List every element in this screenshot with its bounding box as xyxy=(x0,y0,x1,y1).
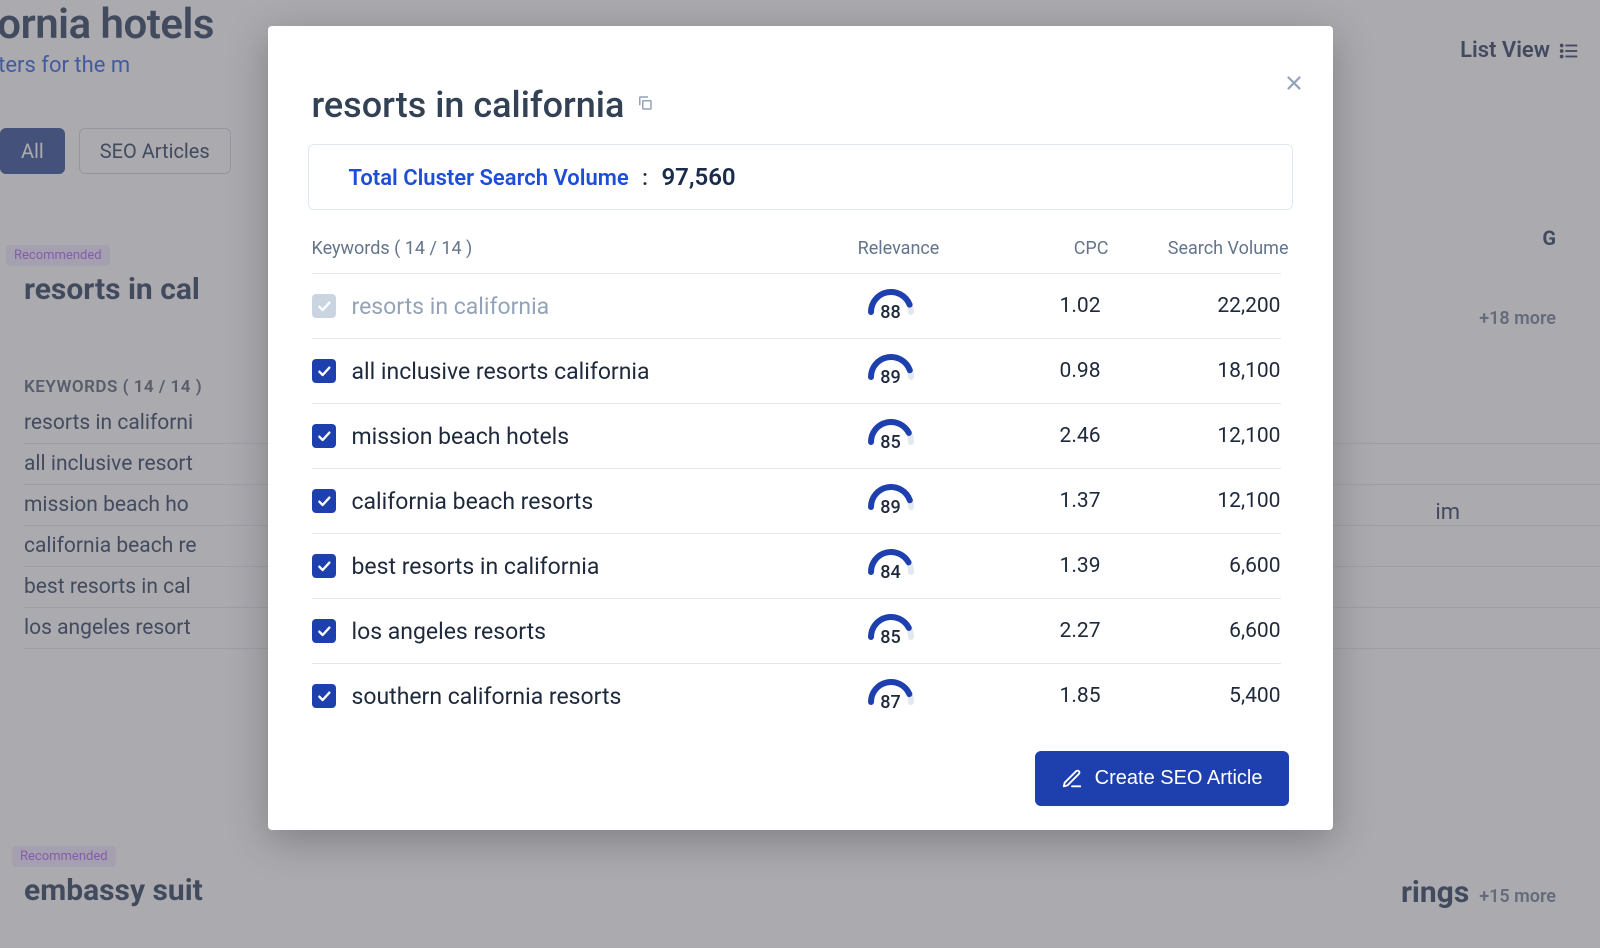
cpc-value: 0.98 xyxy=(961,359,1101,383)
check-icon xyxy=(316,493,332,509)
close-icon xyxy=(1283,72,1305,94)
table-row: los angeles resorts 85 2.276,600 xyxy=(312,599,1281,664)
tsv-colon: : xyxy=(637,166,654,191)
keyword-text: southern california resorts xyxy=(352,683,821,710)
relevance-cell: 89 xyxy=(821,481,961,521)
keyword-text: all inclusive resorts california xyxy=(352,358,821,385)
check-icon xyxy=(316,428,332,444)
create-button-label: Create SEO Article xyxy=(1095,767,1263,790)
relevance-gauge: 89 xyxy=(865,351,917,391)
col-keywords: Keywords ( 14 / 14 ) xyxy=(312,238,829,259)
check-icon xyxy=(316,688,332,704)
check-icon xyxy=(316,363,332,379)
col-relevance: Relevance xyxy=(829,238,969,259)
relevance-value: 87 xyxy=(865,692,917,713)
table-header: Keywords ( 14 / 14 ) Relevance CPC Searc… xyxy=(312,228,1289,273)
check-icon xyxy=(316,298,332,314)
relevance-value: 88 xyxy=(865,302,917,323)
cluster-detail-modal: resorts in california Total Cluster Sear… xyxy=(268,26,1333,830)
cpc-value: 1.85 xyxy=(961,684,1101,708)
keyword-checkbox[interactable] xyxy=(312,359,336,383)
relevance-value: 89 xyxy=(865,367,917,388)
keyword-text: resorts in california xyxy=(352,293,821,320)
create-seo-article-button[interactable]: Create SEO Article xyxy=(1035,751,1289,806)
col-search-volume: Search Volume xyxy=(1109,238,1289,259)
relevance-value: 85 xyxy=(865,432,917,453)
relevance-gauge: 89 xyxy=(865,481,917,521)
close-button[interactable] xyxy=(1283,72,1305,98)
check-icon xyxy=(316,623,332,639)
table-row: mission beach hotels 85 2.4612,100 xyxy=(312,404,1281,469)
keyword-text: los angeles resorts xyxy=(352,618,821,645)
relevance-cell: 85 xyxy=(821,416,961,456)
cpc-value: 2.27 xyxy=(961,619,1101,643)
total-search-volume-box: Total Cluster Search Volume : 97,560 xyxy=(308,144,1293,210)
keyword-text: best resorts in california xyxy=(352,553,821,580)
keyword-checkbox[interactable] xyxy=(312,619,336,643)
relevance-gauge: 85 xyxy=(865,416,917,456)
search-volume-value: 6,600 xyxy=(1101,554,1281,578)
cpc-value: 1.37 xyxy=(961,489,1101,513)
tsv-value: 97,560 xyxy=(661,163,735,191)
relevance-value: 85 xyxy=(865,627,917,648)
relevance-gauge: 88 xyxy=(865,286,917,326)
table-row: best resorts in california 84 1.396,600 xyxy=(312,534,1281,599)
relevance-gauge: 84 xyxy=(865,546,917,586)
search-volume-value: 22,200 xyxy=(1101,294,1281,318)
relevance-cell: 88 xyxy=(821,286,961,326)
search-volume-value: 18,100 xyxy=(1101,359,1281,383)
relevance-cell: 87 xyxy=(821,676,961,716)
table-row: resorts in california 88 1.0222,200 xyxy=(312,273,1281,339)
modal-title: resorts in california xyxy=(312,84,625,126)
cpc-value: 2.46 xyxy=(961,424,1101,448)
col-cpc: CPC xyxy=(969,238,1109,259)
edit-icon xyxy=(1061,768,1083,790)
keyword-text: mission beach hotels xyxy=(352,423,821,450)
cpc-value: 1.02 xyxy=(961,294,1101,318)
relevance-value: 84 xyxy=(865,562,917,583)
copy-icon xyxy=(636,94,654,112)
copy-button[interactable] xyxy=(636,94,654,116)
keyword-checkbox[interactable] xyxy=(312,554,336,578)
modal-overlay: resorts in california Total Cluster Sear… xyxy=(0,0,1600,948)
search-volume-value: 6,600 xyxy=(1101,619,1281,643)
cpc-value: 1.39 xyxy=(961,554,1101,578)
keyword-checkbox[interactable] xyxy=(312,489,336,513)
table-row: all inclusive resorts california 89 0.981… xyxy=(312,339,1281,404)
relevance-gauge: 85 xyxy=(865,611,917,651)
table-row: california beach resorts 89 1.3712,100 xyxy=(312,469,1281,534)
check-icon xyxy=(316,558,332,574)
relevance-cell: 85 xyxy=(821,611,961,651)
keyword-rows[interactable]: resorts in california 88 1.0222,200 all in… xyxy=(312,273,1289,723)
relevance-gauge: 87 xyxy=(865,676,917,716)
table-row: southern california resorts 87 1.855,400 xyxy=(312,664,1281,723)
search-volume-value: 12,100 xyxy=(1101,424,1281,448)
tsv-label: Total Cluster Search Volume xyxy=(349,166,629,191)
keyword-text: california beach resorts xyxy=(352,488,821,515)
relevance-cell: 84 xyxy=(821,546,961,586)
search-volume-value: 5,400 xyxy=(1101,684,1281,708)
relevance-cell: 89 xyxy=(821,351,961,391)
search-volume-value: 12,100 xyxy=(1101,489,1281,513)
keyword-checkbox[interactable] xyxy=(312,684,336,708)
relevance-value: 89 xyxy=(865,497,917,518)
keyword-checkbox[interactable] xyxy=(312,424,336,448)
keyword-checkbox xyxy=(312,294,336,318)
